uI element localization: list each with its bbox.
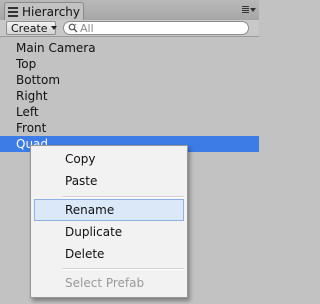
tab-title: Hierarchy (22, 4, 81, 19)
hierarchy-item-top[interactable]: Top (0, 56, 259, 72)
menu-item-select-prefab[interactable]: Select Prefab (34, 272, 184, 294)
hierarchy-item-main-camera[interactable]: Main Camera (0, 40, 259, 56)
menu-item-paste[interactable]: Paste (34, 170, 184, 192)
create-dropdown-button[interactable]: Create (6, 21, 57, 35)
hierarchy-item-front[interactable]: Front (0, 120, 259, 136)
panel-titlebar: Hierarchy (0, 0, 259, 20)
hierarchy-item-right[interactable]: Right (0, 88, 259, 104)
hierarchy-item-bottom[interactable]: Bottom (0, 72, 259, 88)
menu-item-copy[interactable]: Copy (34, 148, 184, 170)
hierarchy-list: Main Camera Top Bottom Right Left Front … (0, 40, 259, 152)
hierarchy-list-icon (8, 6, 18, 17)
menu-item-delete[interactable]: Delete (34, 243, 184, 265)
search-input[interactable] (80, 21, 230, 35)
search-field[interactable] (63, 21, 249, 35)
menu-item-duplicate[interactable]: Duplicate (34, 221, 184, 243)
hierarchy-item-label: Top (16, 57, 37, 71)
hierarchy-toolbar: Create (0, 20, 259, 37)
menu-separator (62, 268, 184, 270)
dropdown-arrow-icon (50, 26, 57, 30)
panel-menu-icon[interactable] (242, 6, 256, 16)
menu-item-rename[interactable]: Rename (34, 199, 184, 221)
menu-separator (62, 196, 184, 198)
hierarchy-item-label: Front (16, 121, 47, 135)
hierarchy-item-label: Left (16, 105, 39, 119)
context-menu: Copy Paste Rename Duplicate Delete Selec… (30, 145, 188, 298)
hierarchy-item-label: Main Camera (16, 41, 96, 55)
create-button-label: Create (11, 21, 48, 35)
hierarchy-item-label: Right (16, 89, 48, 103)
hierarchy-item-label: Bottom (16, 73, 61, 87)
hierarchy-tab[interactable]: Hierarchy (4, 2, 84, 20)
hierarchy-item-left[interactable]: Left (0, 104, 259, 120)
search-icon (68, 23, 78, 33)
